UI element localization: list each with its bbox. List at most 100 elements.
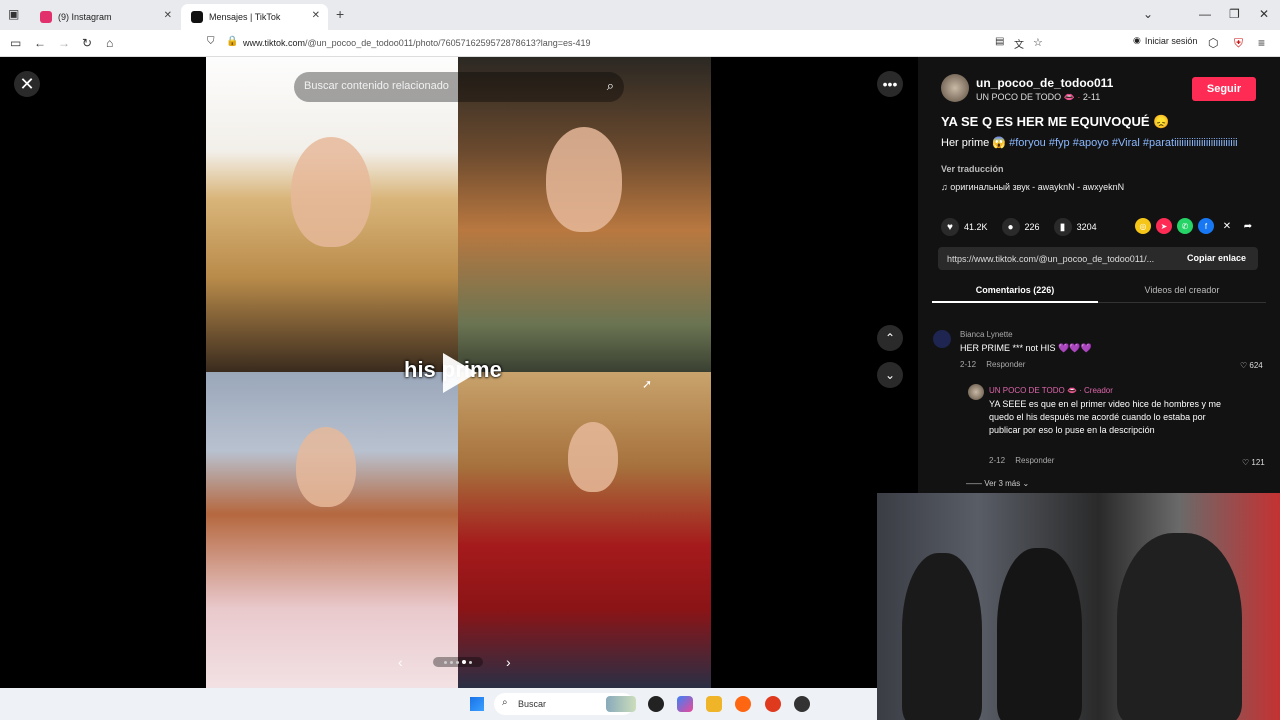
close-button[interactable]: ✕ — [14, 71, 40, 97]
avatar[interactable] — [933, 330, 951, 348]
heart-icon: ♡ — [1242, 458, 1252, 467]
tab-instagram[interactable]: (9) Instagram ✕ — [30, 4, 180, 30]
hashtag[interactable]: #fyp — [1049, 137, 1070, 149]
file-explorer-icon[interactable] — [706, 696, 722, 712]
comment-text: YA SEEE es que en el primer video hice d… — [989, 399, 1221, 435]
url-path: /@un_pocoo_de_todoo011/photo/76057162595… — [305, 38, 591, 48]
comment-count: 226 — [1024, 222, 1040, 232]
hashtag[interactable]: #foryou — [1009, 137, 1046, 149]
webcam-overlay — [877, 493, 1280, 720]
view-more-replies[interactable]: —— Ver 3 más ⌄ — [966, 479, 1029, 488]
profile-extension-icon[interactable]: ⛨ — [1234, 36, 1243, 51]
bookmark-star-icon[interactable]: ☆ — [1033, 36, 1043, 49]
photo-dot[interactable] — [450, 660, 453, 664]
tab-list-icon[interactable]: ⌄ — [1143, 7, 1153, 21]
comment-author[interactable]: Bianca Lynette — [960, 330, 1013, 339]
os-taskbar: ⌕ Buscar — [0, 688, 877, 720]
next-photo-button[interactable]: › — [506, 654, 511, 670]
forward-icon[interactable]: → — [58, 36, 70, 50]
tab-creator-videos[interactable]: Videos del creador — [1098, 281, 1266, 295]
face-shape — [546, 127, 622, 232]
lock-icon[interactable]: 🔒 — [226, 36, 238, 47]
comment-like-count: 121 — [1251, 458, 1265, 467]
instagram-icon — [40, 11, 52, 23]
share-icon[interactable]: ➦ — [1240, 218, 1256, 234]
taskbar-search-label: Buscar — [518, 699, 547, 709]
hashtag[interactable]: #paratiiiiiiiiiiiiiiiiiiiiiiiiii — [1143, 137, 1238, 149]
close-tab-icon[interactable]: ✕ — [312, 10, 320, 21]
post-date: 2-11 — [1082, 92, 1101, 102]
tab-comments[interactable]: Comentarios (226) — [932, 281, 1098, 303]
url-field[interactable]: www.tiktok.com/@un_pocoo_de_todoo011/pho… — [243, 38, 591, 48]
reader-icon[interactable]: ▤ — [995, 36, 1004, 47]
related-search-input[interactable]: Buscar contenido relacionado ⌕ — [294, 72, 624, 102]
copy-link-button[interactable]: Copiar enlace — [1187, 253, 1246, 263]
hashtag[interactable]: #apoyo — [1073, 137, 1109, 149]
widget-icon[interactable] — [606, 696, 636, 712]
signin-button[interactable]: ◉ Iniciar sesión — [1133, 35, 1197, 46]
back-icon[interactable]: ← — [34, 36, 46, 50]
photo-dot[interactable] — [462, 660, 466, 664]
app-icon[interactable] — [765, 696, 781, 712]
menu-icon[interactable]: ≡ — [1258, 36, 1265, 50]
share-link-field[interactable]: https://www.tiktok.com/@un_pocoo_de_todo… — [938, 247, 1258, 270]
home-icon[interactable]: ⌂ — [106, 36, 113, 50]
next-post-button[interactable]: ⌄ — [877, 362, 903, 388]
copilot-icon[interactable] — [677, 696, 693, 712]
username[interactable]: un_pocoo_de_todoo011 — [976, 76, 1113, 90]
app-icon[interactable] — [648, 696, 664, 712]
send-icon[interactable]: ➤ — [1156, 218, 1172, 234]
save-icon[interactable]: ▮ — [1053, 218, 1072, 236]
maximize-icon[interactable]: ❐ — [1229, 7, 1240, 21]
comment-author[interactable]: UN POCO DE TODO 👄 · Creador — [989, 386, 1113, 395]
comment-like[interactable]: ♡ 624 — [1240, 361, 1263, 370]
follow-button[interactable]: Seguir — [1192, 77, 1256, 101]
hashtag[interactable]: #Viral — [1112, 137, 1140, 149]
reload-icon[interactable]: ↻ — [82, 36, 92, 50]
close-window-icon[interactable]: ✕ — [1259, 7, 1269, 21]
photo-dot[interactable] — [469, 660, 472, 664]
reply-button[interactable]: Responder — [986, 360, 1025, 369]
minimize-icon[interactable]: — — [1199, 7, 1211, 21]
tiktok-icon — [191, 11, 203, 23]
view-more-line: —— — [966, 479, 985, 488]
comment-meta: 2-12 Responder — [989, 456, 1054, 465]
avatar[interactable] — [941, 74, 969, 102]
translate-link[interactable]: Ver traducción — [941, 164, 1004, 174]
search-icon[interactable]: ⌕ — [607, 78, 614, 94]
new-tab-button[interactable]: + — [336, 6, 344, 22]
avatar[interactable] — [968, 384, 984, 400]
shield-icon[interactable]: ⛉ — [207, 36, 215, 47]
post-description: Her prime 😱 #foryou #fyp #apoyo #Viral #… — [941, 136, 1261, 150]
embed-icon[interactable]: ◎ — [1135, 218, 1151, 234]
whatsapp-icon[interactable]: ✆ — [1177, 218, 1193, 234]
comment-icon[interactable]: ● — [1001, 218, 1020, 236]
sound-link[interactable]: ♫ оригинальный звук - awayknN - awxyeknN — [941, 182, 1124, 192]
prev-post-button[interactable]: ⌃ — [877, 325, 903, 351]
person-middle — [997, 548, 1082, 720]
sidebar-icon[interactable]: ▭ — [10, 36, 21, 50]
firefox-icon[interactable] — [735, 696, 751, 712]
photo-dot[interactable] — [444, 660, 447, 664]
app-icon[interactable] — [794, 696, 810, 712]
facebook-icon[interactable]: f — [1198, 218, 1214, 234]
photo-dot[interactable] — [456, 660, 459, 664]
start-icon[interactable] — [470, 697, 484, 711]
play-icon[interactable] — [443, 353, 477, 393]
url-host: www.tiktok.com — [243, 38, 306, 48]
stats-row: ♥ 41.2K ● 226 ▮ 3204 — [941, 218, 1111, 236]
translate-icon[interactable]: 文 — [1014, 36, 1024, 51]
x-icon[interactable]: ✕ — [1219, 218, 1235, 234]
tab-actions-icon[interactable]: ▣ — [8, 7, 19, 21]
close-tab-icon[interactable]: ✕ — [164, 10, 172, 21]
comment-like[interactable]: ♡ 121 — [1242, 458, 1265, 467]
extensions-icon[interactable]: ⬡ — [1208, 36, 1218, 50]
prev-photo-button[interactable]: ‹ — [398, 654, 403, 670]
photo-viewer: ✕ Buscar contenido relacionado ⌕ his pri… — [0, 57, 918, 688]
like-count: 41.2K — [964, 222, 988, 232]
reply-button[interactable]: Responder — [1015, 456, 1054, 465]
like-icon[interactable]: ♥ — [941, 218, 959, 236]
mouse-cursor-icon: ➚ — [642, 377, 653, 391]
more-options-button[interactable]: ••• — [877, 71, 903, 97]
tab-tiktok[interactable]: Mensajes | TikTok ✕ — [181, 4, 328, 30]
